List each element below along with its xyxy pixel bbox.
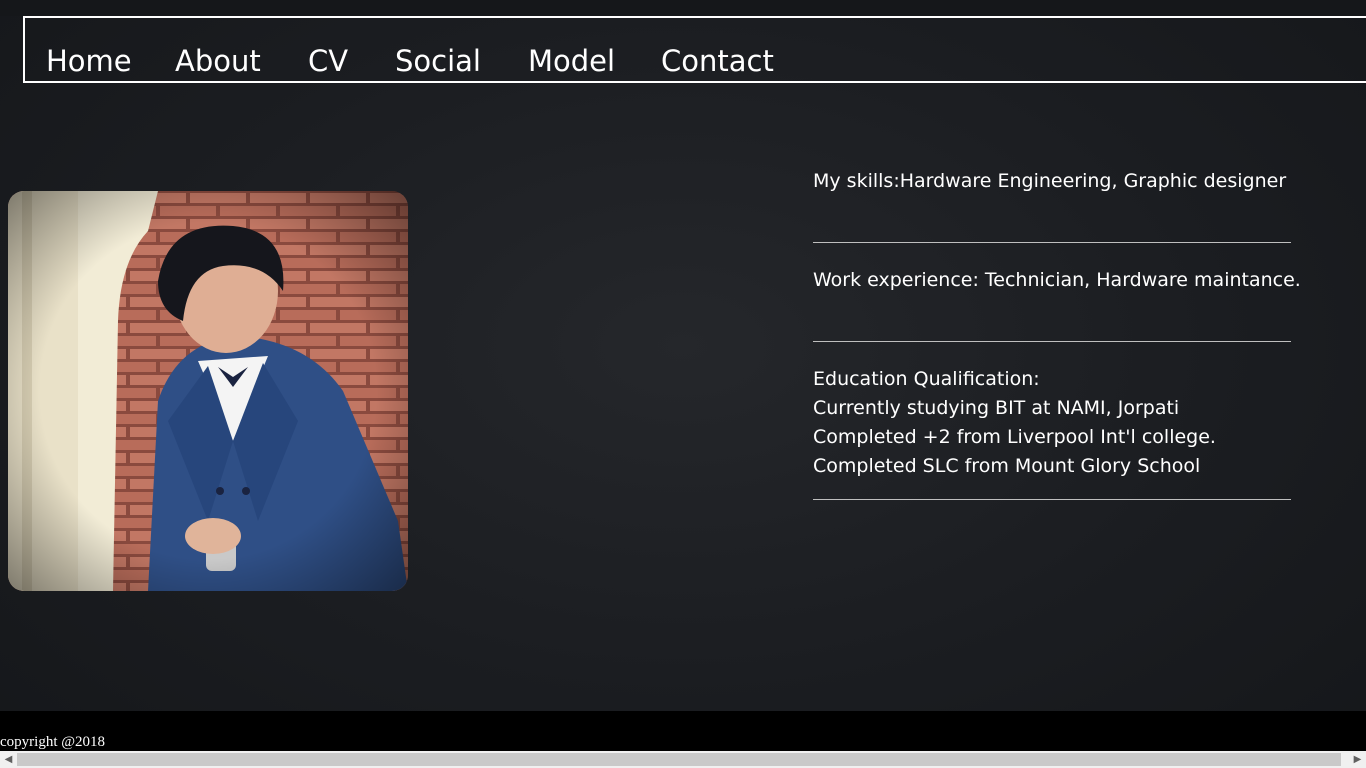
divider [813,499,1291,500]
main-nav: Home About CV Social Model Contact [23,16,1366,83]
top-strip [0,0,1366,16]
work-experience-text: Work experience: Technician, Hardware ma… [813,269,1301,291]
education-title: Education Qualification: [813,368,1040,390]
nav-about-link[interactable]: About [175,44,261,78]
nav-home-link[interactable]: Home [46,44,132,78]
nav-social-link[interactable]: Social [395,44,481,78]
scroll-left-icon[interactable]: ◀ [0,751,17,768]
nav-cv-link[interactable]: CV [308,44,348,78]
horizontal-scrollbar[interactable]: ◀ ▶ [0,751,1366,768]
divider [813,242,1291,243]
skills-text: My skills:Hardware Engineering, Graphic … [813,170,1287,192]
scrollbar-thumb[interactable] [17,753,1341,766]
nav-contact-link[interactable]: Contact [661,44,774,78]
footer [0,711,1366,751]
education-line: Completed SLC from Mount Glory School [813,455,1201,477]
nav-model-link[interactable]: Model [528,44,615,78]
copyright-text: copyright @2018 [0,734,106,750]
profile-photo [8,191,408,591]
education-line: Completed +2 from Liverpool Int'l colleg… [813,426,1216,448]
scroll-right-icon[interactable]: ▶ [1349,751,1366,768]
education-line: Currently studying BIT at NAMI, Jorpati [813,397,1180,419]
divider [813,341,1291,342]
